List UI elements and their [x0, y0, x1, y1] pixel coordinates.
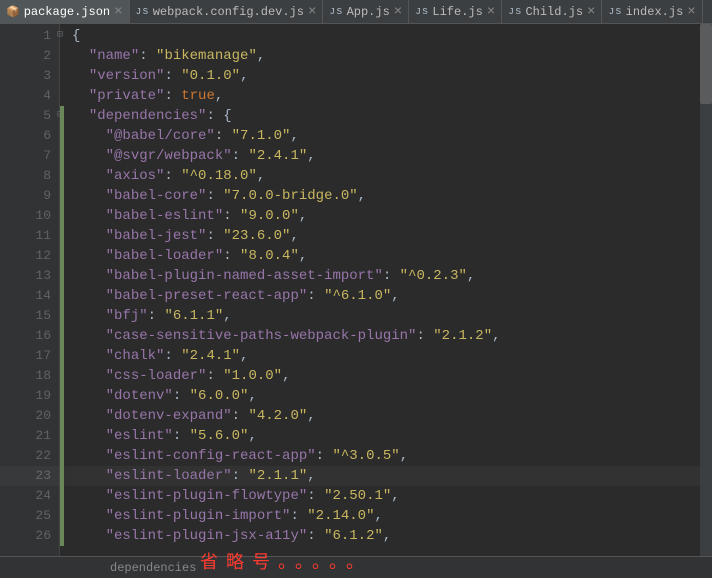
code-line[interactable]: "dotenv": "6.0.0",	[72, 386, 712, 406]
line-number: 9	[0, 186, 51, 206]
code-line[interactable]: "babel-plugin-named-asset-import": "^0.2…	[72, 266, 712, 286]
tab-app-js[interactable]: ᴊs App.js ×	[323, 0, 409, 23]
line-number: 14	[0, 286, 51, 306]
line-number: 11	[0, 226, 51, 246]
close-icon[interactable]: ×	[308, 5, 316, 19]
code-line[interactable]: "axios": "^0.18.0",	[72, 166, 712, 186]
tab-label: webpack.config.dev.js	[153, 5, 304, 19]
close-icon[interactable]: ×	[114, 5, 122, 19]
line-number: 21	[0, 426, 51, 446]
code-line[interactable]: "dotenv-expand": "4.2.0",	[72, 406, 712, 426]
tab-label: package.json	[24, 5, 110, 19]
line-number: 22	[0, 446, 51, 466]
line-number: 15	[0, 306, 51, 326]
line-number: 4	[0, 86, 51, 106]
close-icon[interactable]: ×	[394, 5, 402, 19]
tab-index-js[interactable]: ᴊs index.js×	[602, 0, 702, 23]
close-icon[interactable]: ×	[587, 5, 595, 19]
tab-life-js[interactable]: ᴊs Life.js ×	[409, 0, 502, 23]
js-file-icon: ᴊs	[508, 6, 521, 18]
close-icon[interactable]: ×	[487, 5, 495, 19]
code-line[interactable]: "eslint-config-react-app": "^3.0.5",	[72, 446, 712, 466]
code-line[interactable]: "eslint-plugin-import": "2.14.0",	[72, 506, 712, 526]
line-number: 1⊟	[0, 26, 51, 46]
line-number: 8	[0, 166, 51, 186]
line-number: 13	[0, 266, 51, 286]
tab-bar: 📦package.json×ᴊswebpack.config.dev.js×ᴊs…	[0, 0, 712, 24]
tab-webpack-config-dev-js[interactable]: ᴊs webpack.config.dev.js ×	[130, 0, 324, 23]
line-number: 10	[0, 206, 51, 226]
tab-label: index.js	[626, 5, 684, 19]
line-number: 12	[0, 246, 51, 266]
code-line[interactable]: "babel-loader": "8.0.4",	[72, 246, 712, 266]
line-number: 24	[0, 486, 51, 506]
code-line[interactable]: "babel-eslint": "9.0.0",	[72, 206, 712, 226]
js-file-icon: ᴊs	[608, 6, 621, 18]
code-line[interactable]: "bfj": "6.1.1",	[72, 306, 712, 326]
json-file-icon: 📦	[6, 5, 20, 19]
js-file-icon: ᴊs	[329, 6, 342, 18]
line-number: 17	[0, 346, 51, 366]
code-line[interactable]: "babel-core": "7.0.0-bridge.0",	[72, 186, 712, 206]
line-number: 25	[0, 506, 51, 526]
line-number: 7	[0, 146, 51, 166]
code-line[interactable]: {	[72, 26, 712, 46]
js-file-icon: ᴊs	[415, 6, 428, 18]
breadcrumb[interactable]: dependencies	[0, 556, 712, 578]
code-content[interactable]: { "name": "bikemanage", "version": "0.1.…	[60, 24, 712, 556]
line-number: 6	[0, 126, 51, 146]
line-number: 18	[0, 366, 51, 386]
tab-child-js[interactable]: ᴊs Child.js ×	[502, 0, 602, 23]
code-line[interactable]: "css-loader": "1.0.0",	[72, 366, 712, 386]
line-number: 5⊟	[0, 106, 51, 126]
code-line[interactable]: "version": "0.1.0",	[72, 66, 712, 86]
code-line[interactable]: "case-sensitive-paths-webpack-plugin": "…	[72, 326, 712, 346]
line-number: 2	[0, 46, 51, 66]
code-line[interactable]: "name": "bikemanage",	[72, 46, 712, 66]
close-icon[interactable]: ×	[687, 5, 695, 19]
line-number: 19	[0, 386, 51, 406]
code-line[interactable]: "babel-jest": "23.6.0",	[72, 226, 712, 246]
vertical-scrollbar[interactable]	[700, 24, 712, 556]
line-number: 26	[0, 526, 51, 546]
line-number: 16	[0, 326, 51, 346]
line-number: 3	[0, 66, 51, 86]
code-line[interactable]: "@babel/core": "7.1.0",	[72, 126, 712, 146]
code-line[interactable]: "private": true,	[72, 86, 712, 106]
line-number: 20	[0, 406, 51, 426]
code-line[interactable]: "eslint": "5.6.0",	[72, 426, 712, 446]
code-line[interactable]: "dependencies": {	[72, 106, 712, 126]
tab-label: App.js	[347, 5, 390, 19]
scrollbar-thumb[interactable]	[700, 24, 712, 104]
code-line[interactable]: "@svgr/webpack": "2.4.1",	[72, 146, 712, 166]
tab-label: Child.js	[525, 5, 583, 19]
js-file-icon: ᴊs	[136, 6, 149, 18]
code-line[interactable]: "eslint-loader": "2.1.1",	[72, 466, 712, 486]
tab-label: Life.js	[432, 5, 482, 19]
code-line[interactable]: "chalk": "2.4.1",	[72, 346, 712, 366]
code-line[interactable]: "eslint-plugin-jsx-a11y": "6.1.2",	[72, 526, 712, 546]
editor-area: 1⊟2345⊟678910111213141516171819202122232…	[0, 24, 712, 556]
code-line[interactable]: "babel-preset-react-app": "^6.1.0",	[72, 286, 712, 306]
tab-package-json[interactable]: 📦 package.json ×	[0, 0, 130, 23]
modified-indicator	[60, 106, 64, 546]
breadcrumb-label: dependencies	[110, 561, 196, 575]
code-line[interactable]: "eslint-plugin-flowtype": "2.50.1",	[72, 486, 712, 506]
